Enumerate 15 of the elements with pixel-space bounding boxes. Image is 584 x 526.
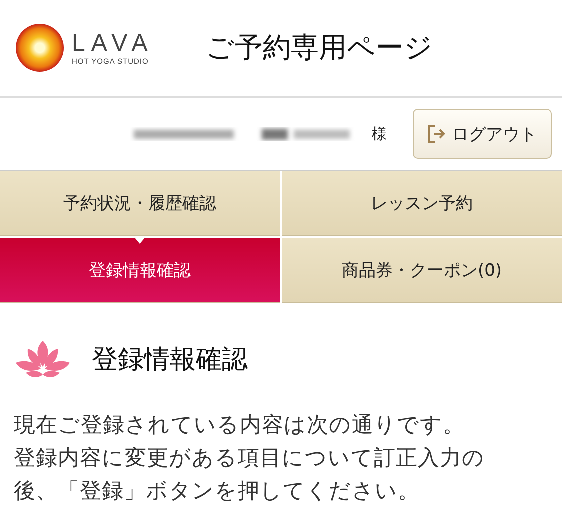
nav-tab[interactable]: レッスン予約 xyxy=(282,171,562,236)
sun-logo-icon xyxy=(16,24,64,72)
section-heading: 登録情報確認 xyxy=(92,344,248,376)
notch-icon xyxy=(135,238,145,244)
nav-tab[interactable]: 商品券・クーポン(0) xyxy=(282,238,562,303)
logo-name: LAVA xyxy=(72,30,154,56)
page-title: ご予約専用ページ xyxy=(206,30,433,66)
logout-button[interactable]: ログアウト xyxy=(413,109,552,159)
logout-icon xyxy=(426,124,446,144)
description-text: 登録内容に変更がある項目について訂正入力の後、「登録」ボタンを押してください。 xyxy=(14,445,486,506)
honorific-label: 様 xyxy=(372,124,387,144)
nav-tab[interactable]: 予約状況・履歴確認 xyxy=(0,171,280,236)
lotus-icon xyxy=(14,339,72,379)
nav-tab[interactable]: 登録情報確認 xyxy=(0,238,280,303)
description-text: 現在ご登録されている内容は次の通りです。 xyxy=(14,412,466,440)
